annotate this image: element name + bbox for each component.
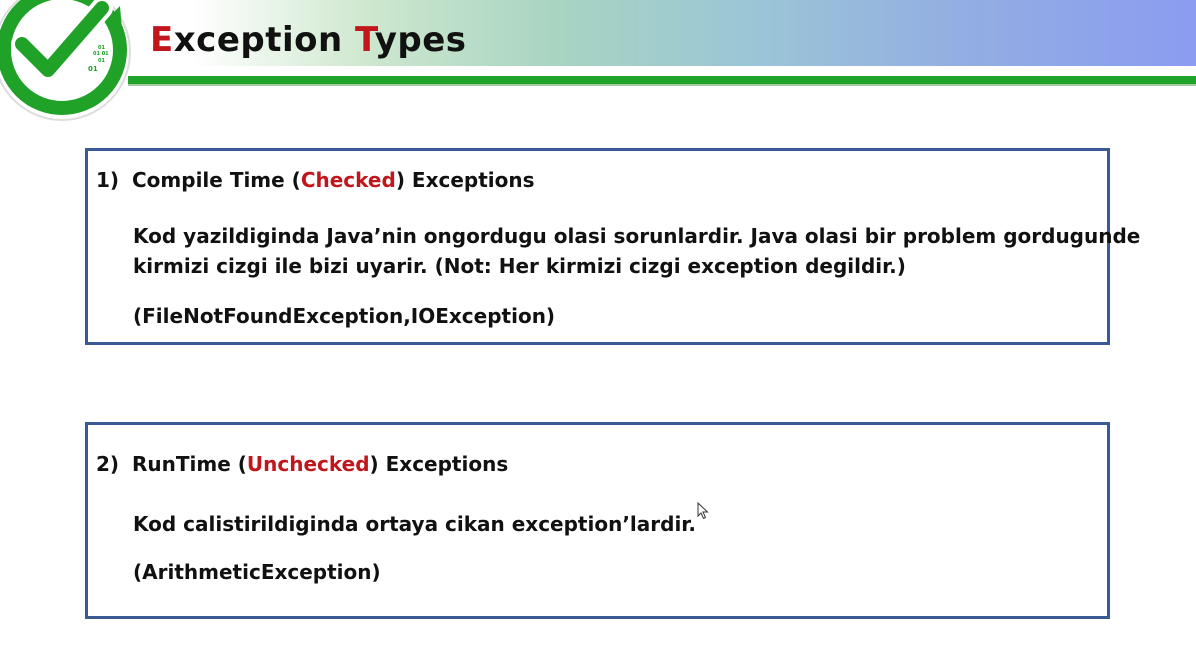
checked-exceptions-box: 1) Compile Time (Checked) Exceptions Kod … <box>85 148 1140 345</box>
title-initial-e: E <box>150 20 174 60</box>
header-divider-shadow <box>128 84 1196 86</box>
checked-examples: (FileNotFoundException,IOException) <box>133 304 556 328</box>
logo-binary-4: 01 <box>88 65 98 73</box>
title-initial-t: T <box>355 20 375 60</box>
checked-heading: 1) Compile Time (Checked) Exceptions <box>96 168 535 192</box>
checkmark-logo-icon: 01 01 01 01 01 <box>0 0 131 121</box>
unchecked-heading: 2) RunTime (Unchecked) Exceptions <box>96 452 508 476</box>
checked-description-line-2: kirmizi cizgi ile bizi uyarir. (Not: Her… <box>133 254 906 278</box>
checked-description-line-1: Kod yazildiginda Java’nin ongordugu olas… <box>133 224 1141 248</box>
unchecked-exceptions-box: 2) RunTime (Unchecked) Exceptions Kod cal… <box>85 422 1110 619</box>
header-divider-green <box>128 76 1196 84</box>
section-number: 2) <box>96 452 120 476</box>
heading-text-after: ) Exceptions <box>395 168 535 192</box>
header-divider-white <box>128 66 1196 76</box>
unchecked-description: Kod calistirildiginda ortaya cikan excep… <box>133 512 696 536</box>
heading-text-before: Compile Time ( <box>132 168 301 192</box>
heading-text-after: ) Exceptions <box>369 452 509 476</box>
heading-highlight: Unchecked <box>246 452 370 476</box>
logo-binary-2: 01 01 <box>93 51 109 57</box>
heading-text-before: RunTime ( <box>132 452 247 476</box>
mouse-cursor-icon <box>697 502 709 520</box>
checked-description: Kod yazildiginda Java’nin ongordugu olas… <box>133 221 1140 281</box>
logo-binary-3: 01 <box>98 58 105 64</box>
section-number: 1) <box>96 168 120 192</box>
slide-title: Exception Types <box>150 20 467 60</box>
title-part-xception: xception <box>173 20 356 60</box>
unchecked-examples: (ArithmeticException) <box>133 560 381 584</box>
title-part-ypes: ypes <box>374 20 467 60</box>
heading-highlight: Checked <box>300 168 396 192</box>
